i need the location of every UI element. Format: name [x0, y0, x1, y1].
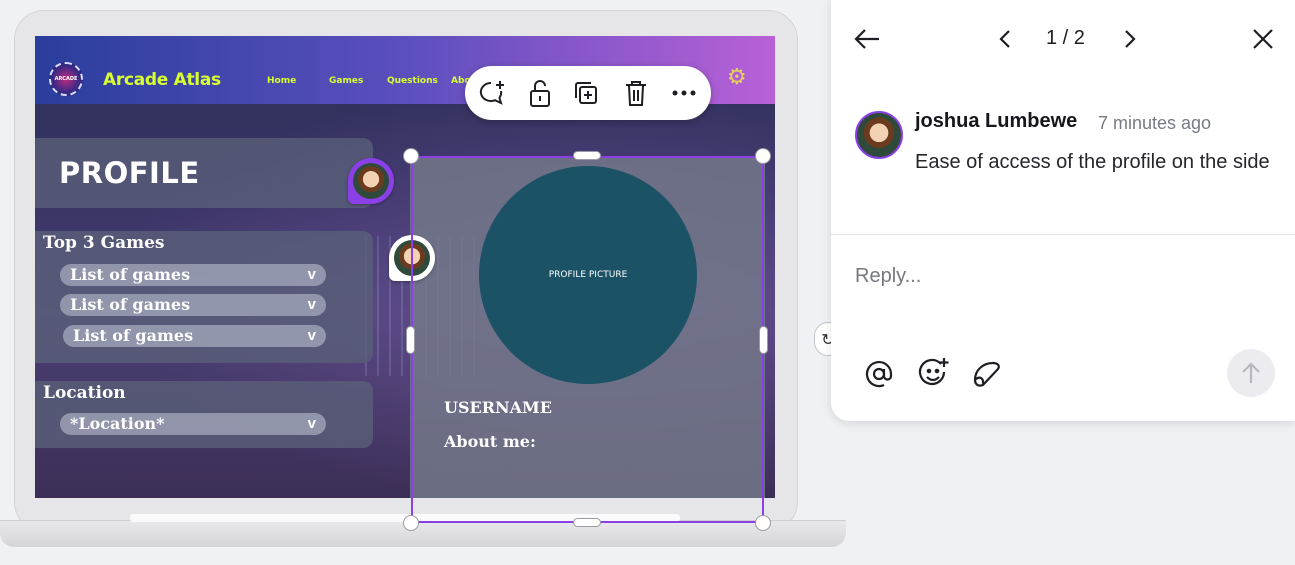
unlock-icon[interactable] — [523, 76, 557, 110]
reply-input[interactable] — [855, 258, 1275, 294]
back-arrow-icon[interactable] — [851, 24, 883, 54]
duplicate-icon[interactable] — [569, 76, 603, 110]
comment-author: joshua Lumbewe — [915, 110, 1078, 132]
nav-link-home[interactable]: Home — [267, 76, 296, 86]
resize-handle-top-right[interactable] — [755, 148, 771, 164]
location-value: *Location* — [70, 414, 165, 433]
mention-icon[interactable] — [861, 356, 897, 392]
nav-link-games[interactable]: Games — [329, 76, 363, 86]
avatar — [855, 111, 903, 159]
laptop-base — [0, 520, 846, 547]
location-dropdown[interactable]: *Location* v — [60, 413, 326, 435]
comment-marker-active[interactable] — [348, 158, 394, 204]
sticker-icon[interactable] — [969, 356, 1005, 392]
element-toolbar — [465, 66, 711, 120]
chevron-down-icon: v — [307, 415, 316, 432]
more-icon[interactable] — [667, 76, 701, 110]
site-logo: ARCADE — [49, 62, 83, 96]
comment-panel: 1 / 2 joshua Lumbewe 7 minutes ago Ease … — [831, 0, 1295, 421]
resize-handle-left[interactable] — [406, 326, 415, 354]
game-dropdown-label: List of games — [70, 265, 191, 284]
chevron-down-icon: v — [307, 266, 316, 283]
chevron-left-icon[interactable] — [993, 26, 1017, 52]
game-dropdown-3[interactable]: List of games v — [63, 325, 326, 347]
game-dropdown-2[interactable]: List of games v — [60, 294, 326, 316]
resize-handle-top[interactable] — [573, 151, 601, 160]
send-button[interactable] — [1227, 349, 1275, 397]
top-games-title: Top 3 Games — [43, 233, 165, 253]
comment-timestamp: 7 minutes ago — [1098, 113, 1212, 133]
chevron-down-icon: v — [307, 327, 316, 344]
nav-link-questions[interactable]: Questions — [387, 76, 438, 86]
chevron-right-icon[interactable] — [1118, 26, 1142, 52]
trash-icon[interactable] — [619, 76, 653, 110]
close-icon[interactable] — [1247, 24, 1279, 54]
game-dropdown-label: List of games — [70, 295, 191, 314]
resize-handle-top-left[interactable] — [403, 148, 419, 164]
arrow-up-icon — [1242, 362, 1260, 383]
resize-handle-bottom[interactable] — [573, 518, 601, 527]
comment-pager: 1 / 2 — [1046, 27, 1085, 49]
resize-handle-bottom-left[interactable] — [403, 515, 419, 531]
comment-body: Ease of access of the profile on the sid… — [915, 151, 1270, 173]
avatar — [353, 163, 389, 199]
chevron-down-icon: v — [307, 296, 316, 313]
divider — [831, 234, 1295, 235]
add-comment-icon[interactable] — [475, 76, 509, 110]
location-panel: Location *Location* v — [35, 381, 373, 448]
settings-gear-icon[interactable]: ⚙ — [727, 67, 747, 89]
add-emoji-icon[interactable] — [915, 354, 953, 392]
site-name: Arcade Atlas — [103, 70, 221, 90]
resize-handle-right[interactable] — [759, 326, 768, 354]
top-games-panel: Top 3 Games List of games v List of game… — [35, 231, 373, 363]
location-title: Location — [43, 383, 126, 403]
game-dropdown-1[interactable]: List of games v — [60, 264, 326, 286]
resize-handle-bottom-right[interactable] — [755, 515, 771, 531]
game-dropdown-label: List of games — [73, 326, 194, 345]
profile-heading-panel: PROFILE — [35, 138, 373, 208]
page-title: PROFILE — [59, 156, 200, 190]
selection-frame — [411, 156, 764, 523]
